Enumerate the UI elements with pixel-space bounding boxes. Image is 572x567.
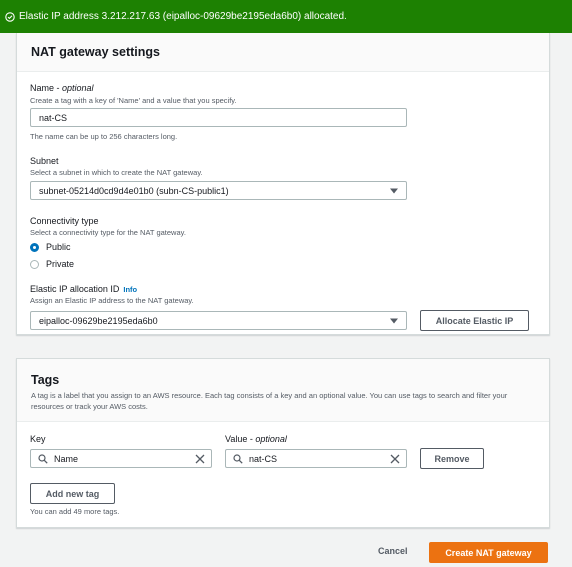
- name-label: Name - optional: [30, 83, 94, 93]
- name-input-value: nat-CS: [39, 112, 68, 123]
- remove-tag-button[interactable]: Remove: [420, 448, 484, 469]
- tag-key-label: Key: [30, 434, 46, 444]
- eip-description: Assign an Elastic IP address to the NAT …: [30, 296, 194, 305]
- subnet-label: Subnet: [30, 156, 59, 166]
- search-icon: [233, 454, 243, 464]
- connectivity-label: Connectivity type: [30, 216, 99, 226]
- allocate-elastic-ip-button[interactable]: Allocate Elastic IP: [420, 310, 529, 331]
- tag-value-input[interactable]: nat-CS: [225, 449, 407, 468]
- tags-panel: Tags A tag is a label that you assign to…: [16, 358, 550, 528]
- settings-panel-header: NAT gateway settings: [17, 33, 549, 72]
- eip-label: Elastic IP allocation ID Info: [30, 284, 138, 294]
- check-circle-icon: [4, 11, 15, 22]
- name-constraint: The name can be up to 256 characters lon…: [30, 132, 178, 141]
- add-new-tag-button[interactable]: Add new tag: [30, 483, 115, 504]
- name-description: Create a tag with a key of 'Name' and a …: [30, 96, 237, 105]
- clear-icon[interactable]: [390, 454, 400, 464]
- tag-key-input[interactable]: Name: [30, 449, 212, 468]
- tag-value-optional-label: optional: [255, 434, 287, 444]
- caret-down-icon: [390, 318, 398, 324]
- eip-info-link[interactable]: Info: [123, 285, 137, 294]
- subnet-select[interactable]: subnet-05214d0cd9d4e01b0 (subn-CS-public…: [30, 181, 407, 200]
- radio-public[interactable]: [30, 243, 39, 252]
- name-input[interactable]: nat-CS: [30, 108, 407, 127]
- nat-gateway-settings-panel: NAT gateway settings Name - optional Cre…: [16, 33, 550, 335]
- tag-key-value: Name: [54, 453, 79, 464]
- name-optional-label: optional: [62, 83, 94, 93]
- tag-value-label: Value - optional: [225, 434, 287, 444]
- search-icon: [38, 454, 48, 464]
- tags-panel-header: Tags A tag is a label that you assign to…: [17, 359, 549, 422]
- success-flash-bar: Elastic IP address 3.212.217.63 (eipallo…: [0, 0, 572, 33]
- radio-private-label[interactable]: Private: [46, 259, 74, 269]
- subnet-description: Select a subnet in which to create the N…: [30, 168, 203, 177]
- flash-message: Elastic IP address 3.212.217.63 (eipallo…: [19, 11, 347, 22]
- caret-down-icon: [390, 188, 398, 194]
- cancel-button[interactable]: Cancel: [378, 546, 408, 556]
- tags-panel-title: Tags: [31, 373, 60, 387]
- create-nat-gateway-button[interactable]: Create NAT gateway: [429, 542, 548, 563]
- eip-select[interactable]: eipalloc-09629be2195eda6b0: [30, 311, 407, 330]
- tags-description: A tag is a label that you assign to an A…: [31, 391, 508, 411]
- eip-selected-value: eipalloc-09629be2195eda6b0: [39, 315, 158, 326]
- connectivity-description: Select a connectivity type for the NAT g…: [30, 228, 186, 237]
- tag-limit-note: You can add 49 more tags.: [30, 507, 120, 516]
- subnet-selected-value: subnet-05214d0cd9d4e01b0 (subn-CS-public…: [39, 185, 229, 196]
- radio-private[interactable]: [30, 260, 39, 269]
- clear-icon[interactable]: [195, 454, 205, 464]
- tag-value-value: nat-CS: [249, 453, 278, 464]
- radio-public-label[interactable]: Public: [46, 242, 71, 252]
- settings-panel-title: NAT gateway settings: [31, 45, 160, 59]
